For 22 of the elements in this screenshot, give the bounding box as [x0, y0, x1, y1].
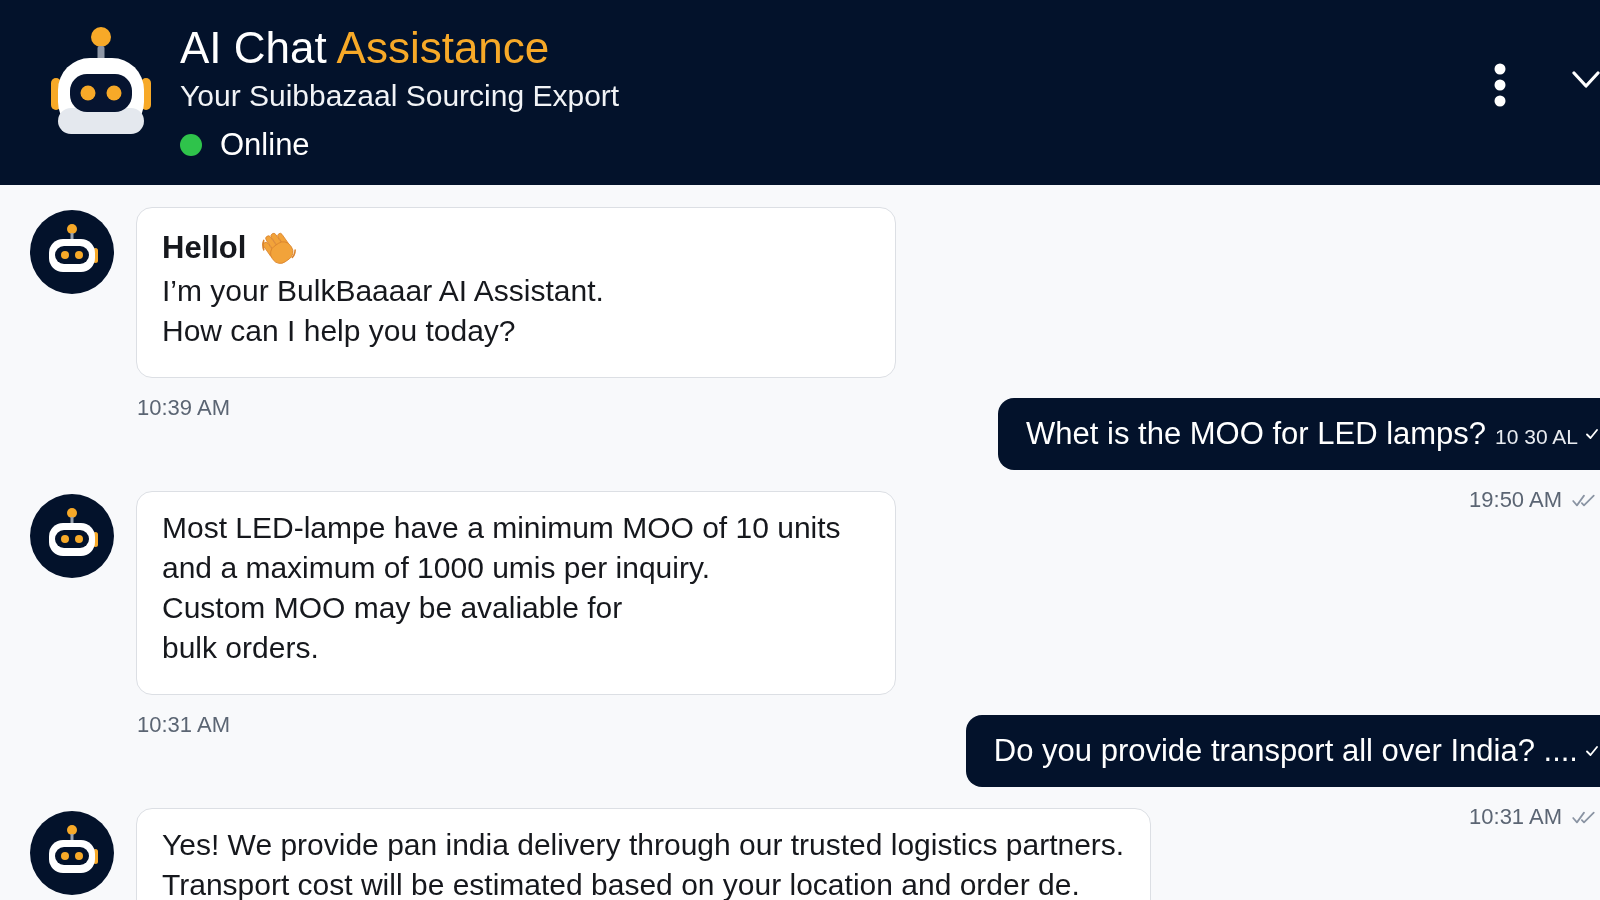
message-text: Most LED-lampe have a minimum MOO of 10 units and a maximum of 1000 umis per inquiry. Custom MOO may be avaliable for bulk orders. [162, 510, 842, 666]
message-time: 10:31 AM [1469, 805, 1562, 829]
greeting-heading: Hellol [162, 229, 247, 267]
chevron-down-icon [1572, 71, 1600, 89]
status-label: Online [220, 127, 310, 163]
robot-avatar-icon [30, 811, 114, 895]
collapse-button[interactable] [1572, 70, 1600, 90]
message-text: Do you provide transport all over India? .... [993, 732, 1578, 770]
robot-avatar-icon [30, 210, 114, 294]
message-time: 10:39 AM [137, 396, 230, 420]
more-vertical-icon [1494, 63, 1506, 107]
message-time: 19:50 AM [1469, 488, 1562, 512]
message-text: Whet is the MOO for LED lamps? [1026, 415, 1487, 453]
message-time: 10 30 AL [1495, 425, 1578, 449]
check-icon [1586, 746, 1598, 756]
message-text: I’m your BulkBaaaar AI Assistant. How can I help you today? [162, 273, 605, 349]
app-subtitle: Your Suibbazaal Sourcing Export [180, 78, 620, 114]
app-title: AI Chat Assistance [180, 24, 551, 72]
robot-logo-icon [50, 26, 152, 136]
check-icon [1586, 429, 1598, 439]
robot-avatar-icon [30, 494, 114, 578]
message-time: 10:31 AM [137, 713, 230, 737]
